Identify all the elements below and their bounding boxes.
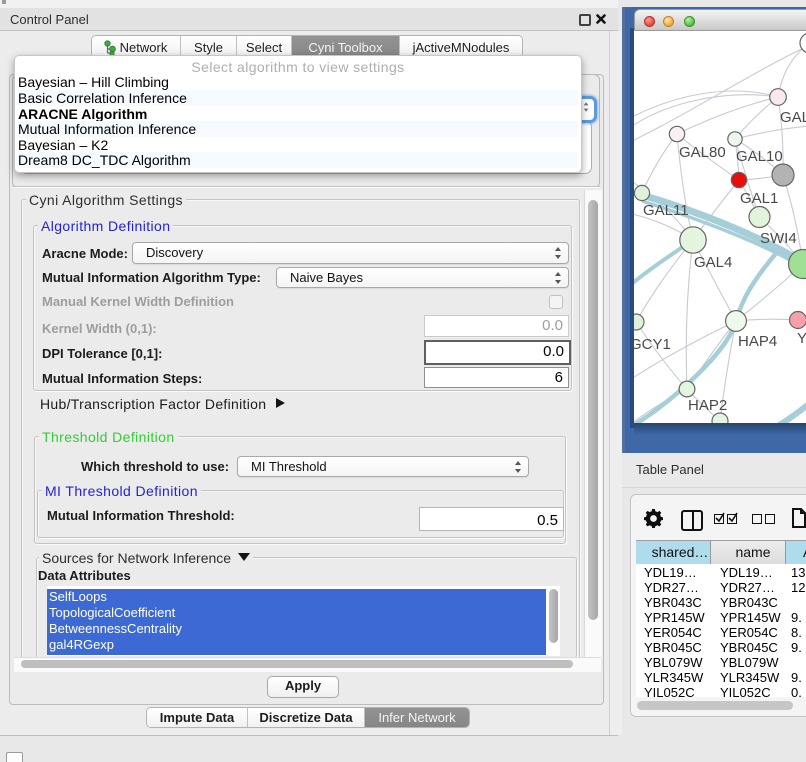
svg-text:HAP4: HAP4 <box>738 333 777 350</box>
svg-text:Y: Y <box>797 330 806 347</box>
svg-text:GCY1: GCY1 <box>634 336 671 353</box>
svg-text:GAL1: GAL1 <box>740 190 778 207</box>
svg-text:GAL11: GAL11 <box>643 202 689 219</box>
svg-text:GAL4: GAL4 <box>694 254 732 271</box>
svg-text:GAL: GAL <box>780 109 806 126</box>
svg-text:GAL10: GAL10 <box>736 148 783 165</box>
svg-text:SWI4: SWI4 <box>760 230 797 247</box>
svg-text:HAP2: HAP2 <box>688 397 727 414</box>
svg-text:GAL80: GAL80 <box>679 144 726 161</box>
